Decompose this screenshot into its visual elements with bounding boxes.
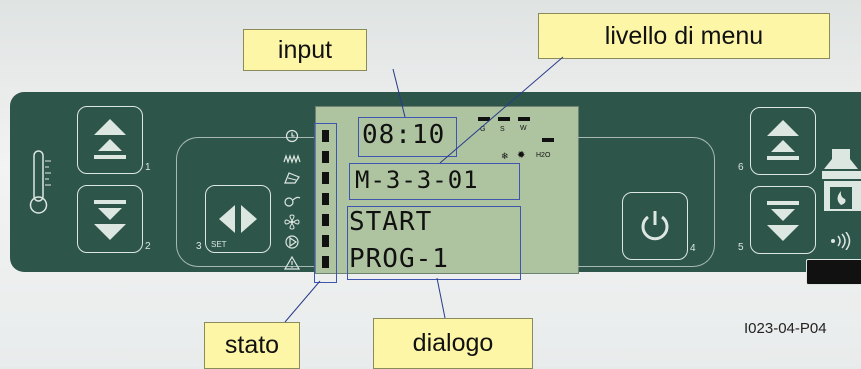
leader-lines	[284, 56, 564, 323]
figure-code: I023-04-P04	[744, 320, 827, 337]
